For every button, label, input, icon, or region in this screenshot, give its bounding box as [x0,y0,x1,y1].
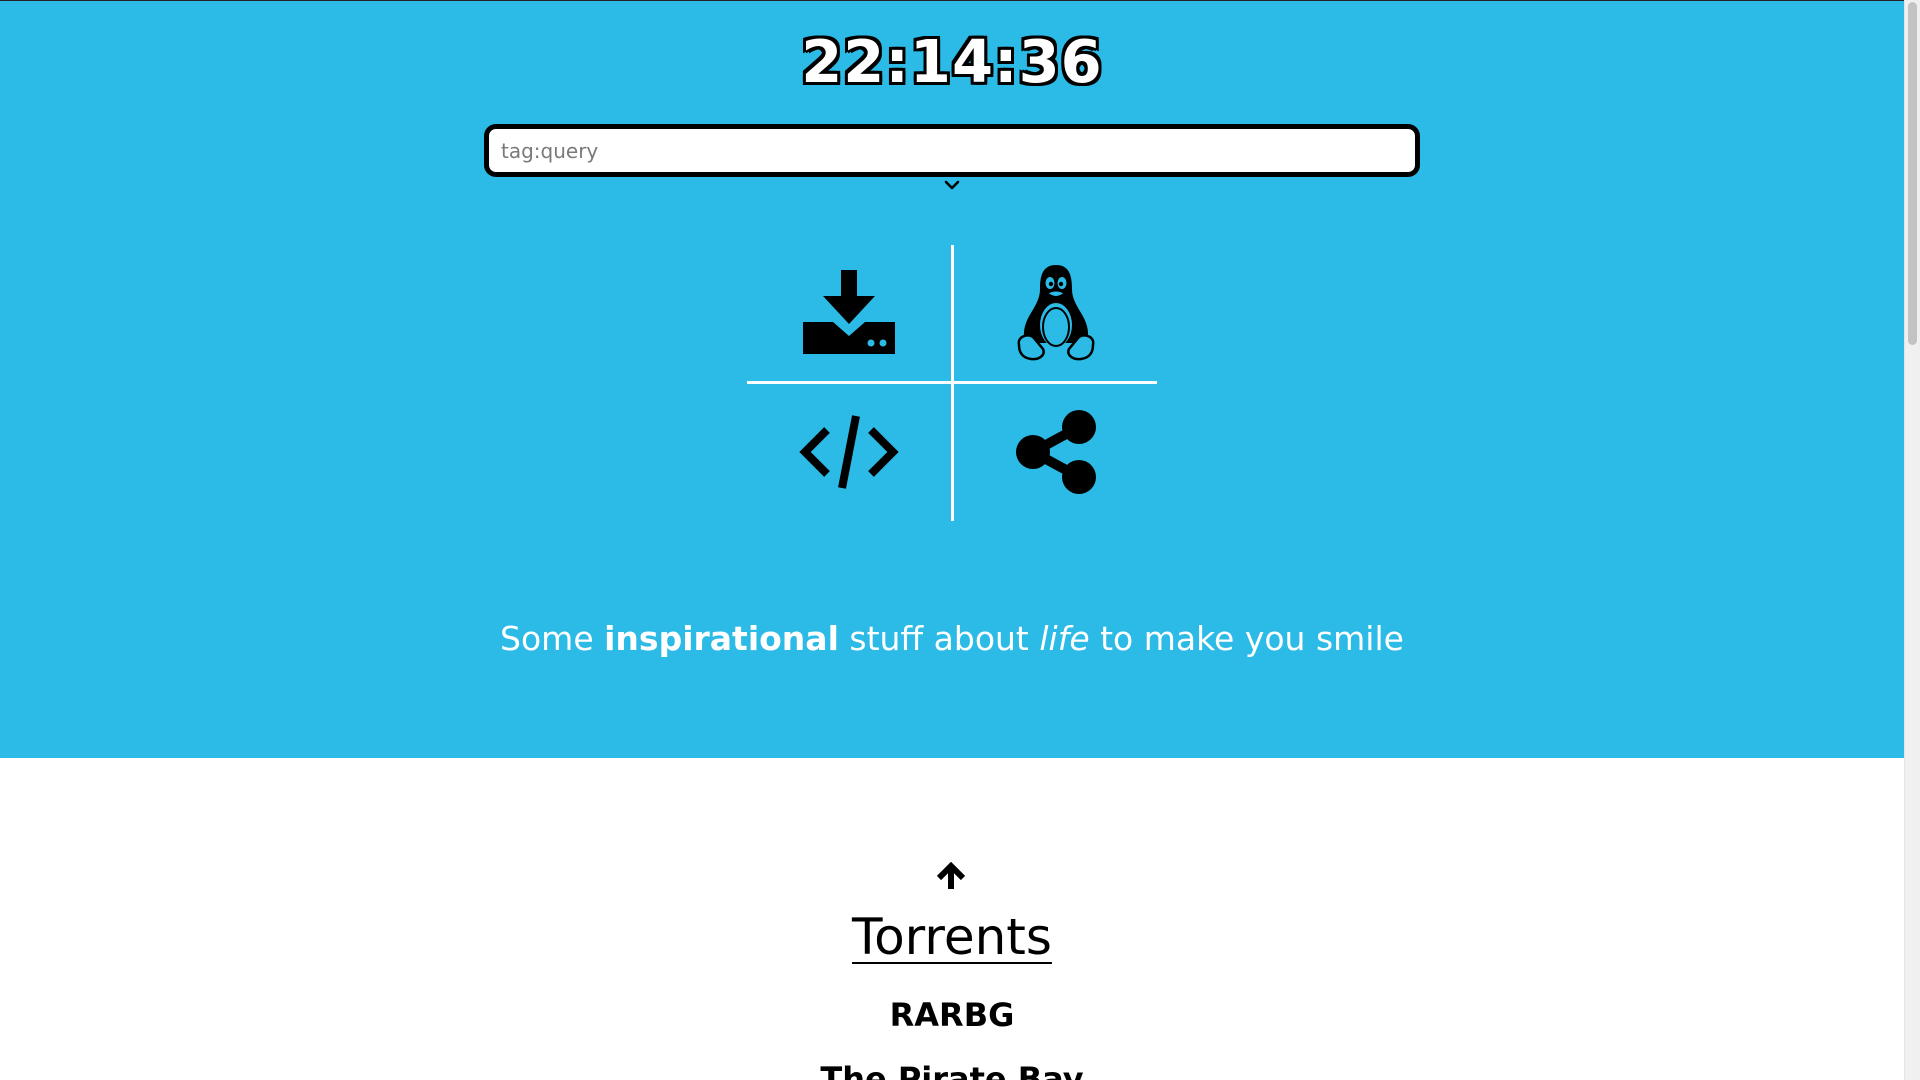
arrow-up-icon[interactable] [936,862,966,890]
section-title-link[interactable]: Torrents [852,908,1052,966]
section-title: Torrents [0,908,1904,966]
download-server-icon [803,270,895,354]
quote-text-1: Some [500,619,605,658]
vertical-scrollbar[interactable] [1904,0,1920,1080]
hero-section: 22:14:36 tag:query Some inspirational st… [0,1,1904,758]
quick-links-grid [747,245,1157,521]
clock: 22:14:36 [801,27,1103,96]
quote-bold-word: inspirational [604,619,839,658]
quote-italic-word: life [1039,619,1090,658]
quick-link-linux[interactable] [954,245,1158,381]
inspirational-quote: Some inspirational stuff about life to m… [0,619,1904,658]
share-icon [1016,410,1096,494]
link-item-the-pirate-bay[interactable]: The Pirate Bay [0,1060,1904,1080]
code-icon [799,415,899,489]
chevron-down-icon[interactable] [943,179,961,193]
quote-text-2: stuff about [838,619,1040,658]
search-box [484,124,1420,177]
quick-link-code[interactable] [747,384,951,520]
linux-penguin-icon [1017,265,1095,361]
search-input[interactable] [484,124,1420,177]
link-item-rarbg[interactable]: RARBG [0,996,1904,1034]
quick-link-downloads[interactable] [747,245,951,381]
quote-text-3: to make you smile [1089,619,1404,658]
page: 22:14:36 tag:query Some inspirational st… [0,0,1920,1080]
quick-link-share[interactable] [954,384,1158,520]
scrollbar-thumb[interactable] [1908,2,1917,345]
